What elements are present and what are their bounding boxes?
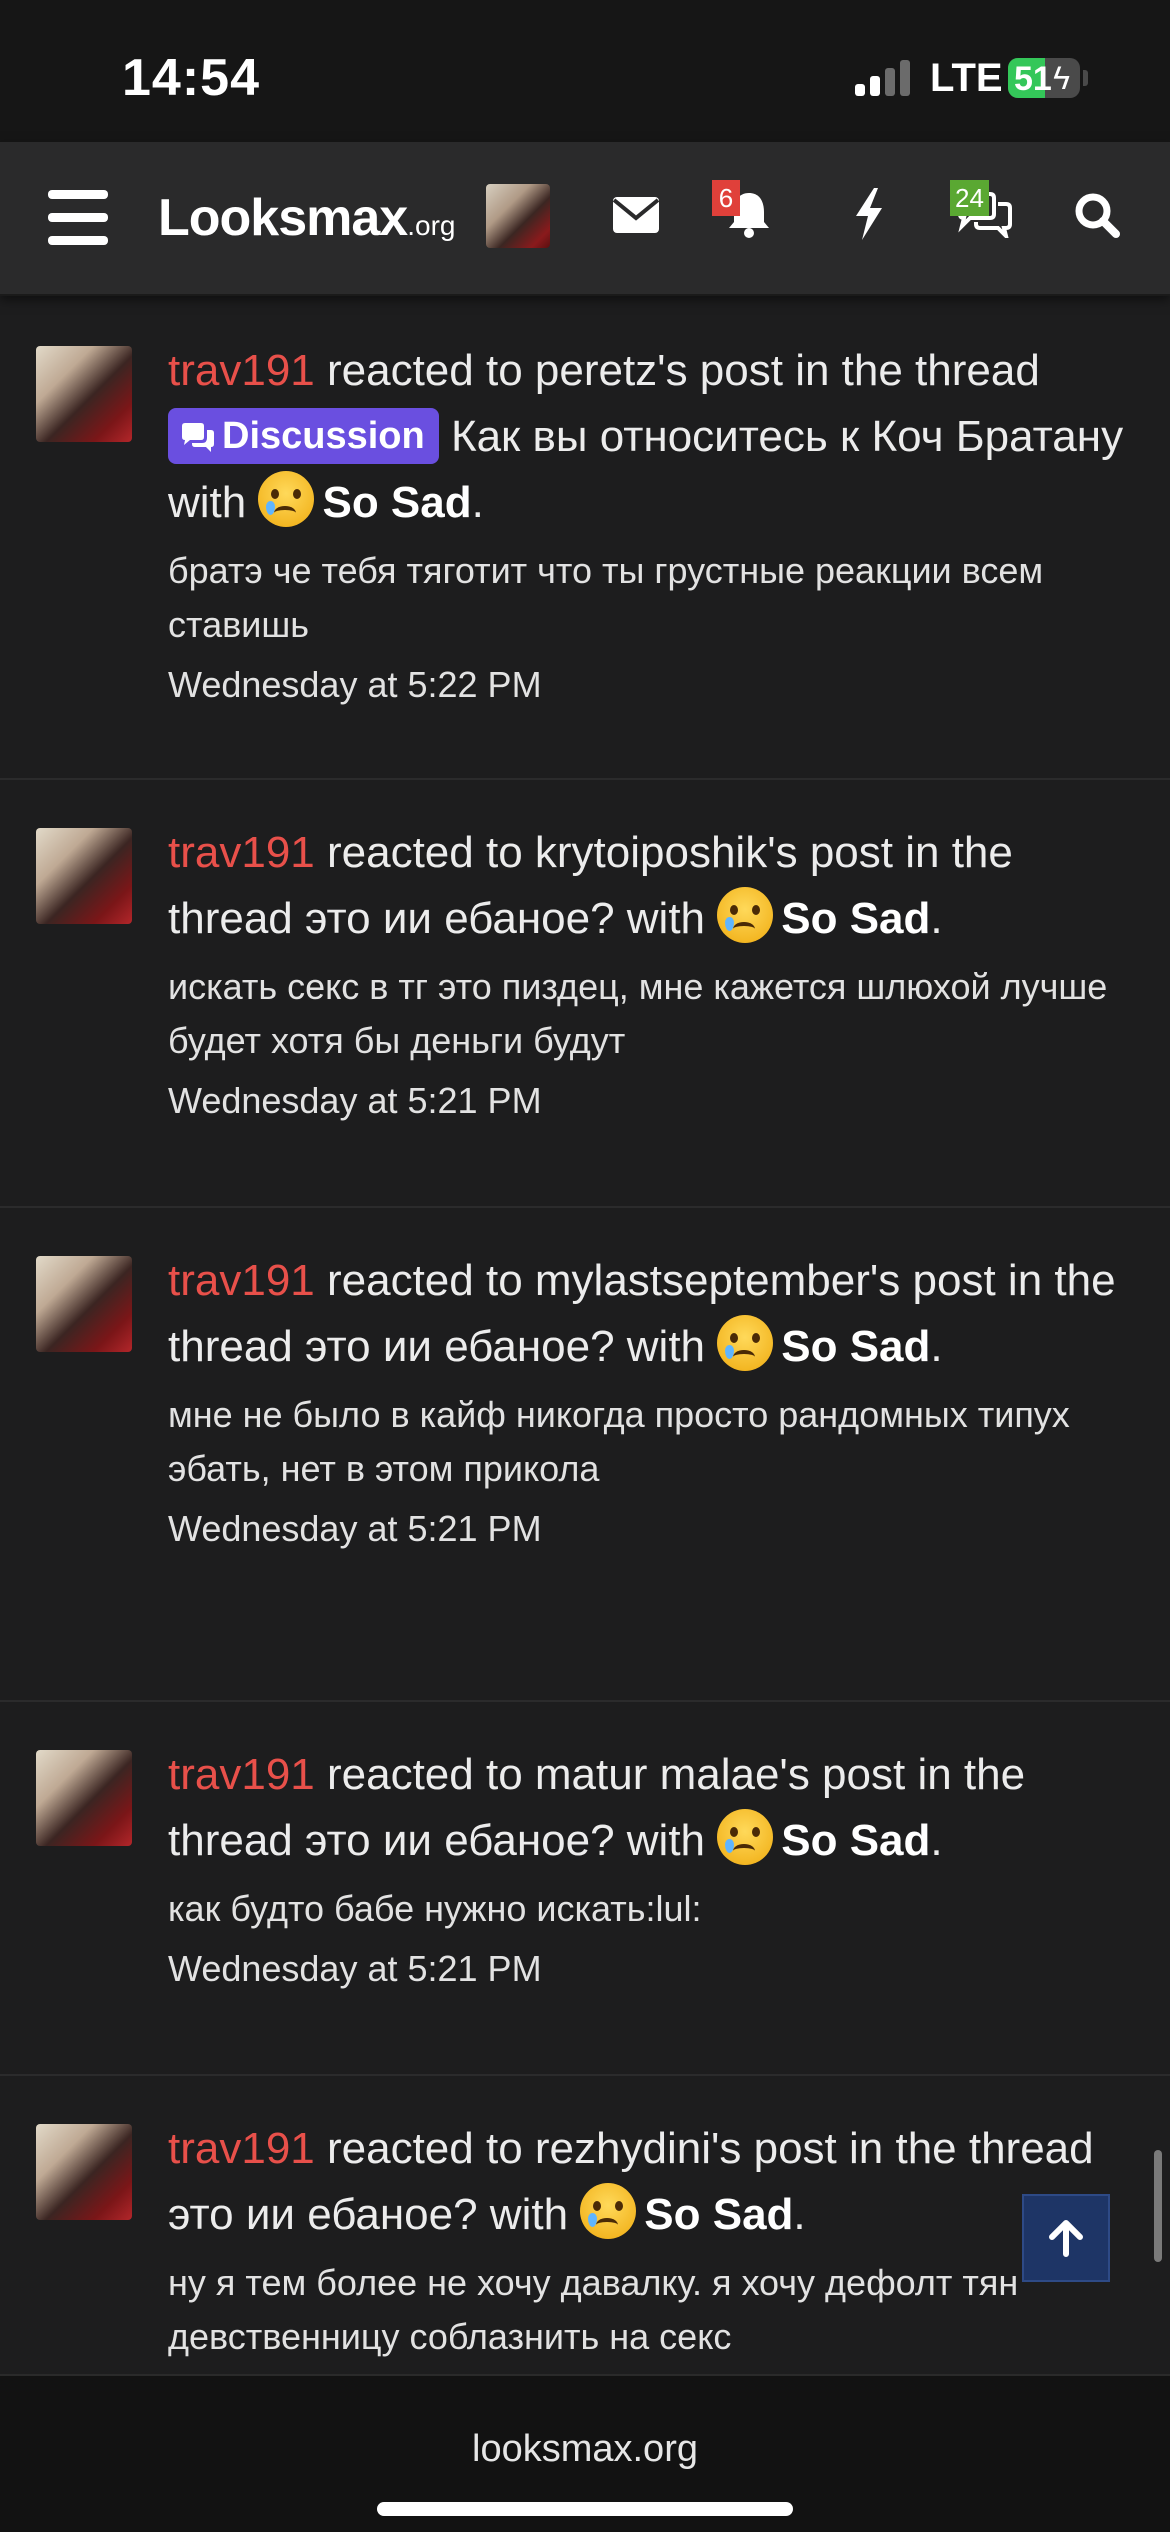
item-body: trav191 reacted to matur malae's post in… xyxy=(168,1742,1128,1994)
sad-face-emoji-icon xyxy=(717,887,774,943)
sad-face-emoji-icon xyxy=(258,471,315,527)
username-link[interactable]: trav191 xyxy=(168,1750,315,1799)
item-body: trav191 reacted to rezhydini's post in t… xyxy=(168,2116,1128,2364)
battery-icon: 51 ϟ xyxy=(1008,58,1080,98)
alerts-badge: 6 xyxy=(712,180,740,216)
home-indicator[interactable] xyxy=(377,2502,793,2516)
status-time: 14:54 xyxy=(122,49,260,107)
avatar[interactable] xyxy=(36,828,132,924)
arrow-up-icon xyxy=(1049,2220,1083,2257)
charging-bolt-icon: ϟ xyxy=(1053,60,1070,96)
scroll-to-top-button[interactable] xyxy=(1022,2194,1110,2282)
reaction-name: So Sad xyxy=(781,1322,931,1371)
tag-label: Discussion xyxy=(222,415,425,457)
item-body: trav191 reacted to mylastseptember's pos… xyxy=(168,1248,1128,1554)
battery-cap xyxy=(1083,70,1088,86)
username-link[interactable]: trav191 xyxy=(168,1256,315,1305)
sad-face-emoji-icon xyxy=(717,1315,774,1371)
site-navbar: Looksmax.org 6 24 xyxy=(0,142,1170,296)
reaction-name: So Sad xyxy=(644,2190,794,2239)
reaction-name: So Sad xyxy=(322,478,472,527)
timestamp[interactable]: Wednesday at 5:21 PM xyxy=(168,1944,1128,1994)
avatar[interactable] xyxy=(36,346,132,442)
item-text: reacted to peretz's post in the thread xyxy=(314,346,1040,395)
timestamp[interactable]: Wednesday at 5:22 PM xyxy=(168,660,1128,710)
timestamp[interactable]: Wednesday at 5:21 PM xyxy=(168,1076,1128,1126)
scrollbar[interactable] xyxy=(1154,2150,1162,2262)
avatar[interactable] xyxy=(36,2124,132,2220)
post-snippet[interactable]: братэ че тебя тяготит что ты грустные ре… xyxy=(168,544,1128,652)
list-item[interactable]: trav191 reacted to mylastseptember's pos… xyxy=(0,1208,1170,1702)
list-item[interactable]: trav191 reacted to matur malae's post in… xyxy=(0,1702,1170,2076)
browser-footer: looksmax.org xyxy=(0,2374,1170,2532)
post-snippet[interactable]: искать секс в тг это пиздец, мне кажется… xyxy=(168,960,1128,1068)
item-headline: trav191 reacted to matur malae's post in… xyxy=(168,1750,1026,1865)
sad-face-emoji-icon xyxy=(717,1809,774,1865)
username-link[interactable]: trav191 xyxy=(168,828,315,877)
item-headline: trav191 reacted to peretz's post in the … xyxy=(168,346,1124,527)
reaction-name: So Sad xyxy=(781,894,931,943)
network-type: LTE xyxy=(930,56,1003,100)
site-logo[interactable]: Looksmax.org xyxy=(158,188,455,248)
list-item[interactable]: trav191 reacted to krytoiposhik's post i… xyxy=(0,780,1170,1208)
item-headline: trav191 reacted to rezhydini's post in t… xyxy=(168,2124,1094,2239)
username-link[interactable]: trav191 xyxy=(168,346,315,395)
address-bar-url[interactable]: looksmax.org xyxy=(0,2428,1170,2471)
post-snippet[interactable]: ну я тем более не хочу давалку. я хочу д… xyxy=(168,2256,1128,2364)
item-headline: trav191 reacted to krytoiposhik's post i… xyxy=(168,828,1013,943)
list-item[interactable]: trav191 reacted to peretz's post in the … xyxy=(0,298,1170,780)
username-link[interactable]: trav191 xyxy=(168,2124,315,2173)
lightning-icon[interactable] xyxy=(852,188,886,245)
post-snippet[interactable]: мне не было в кайф никогда просто рандом… xyxy=(168,1388,1128,1496)
item-body: trav191 reacted to krytoiposhik's post i… xyxy=(168,820,1128,1126)
screen: 14:54 LTE 51 ϟ Looksmax.org 6 24 trav191… xyxy=(0,0,1170,2532)
logo-main: Looksmax xyxy=(158,189,408,247)
account-avatar[interactable] xyxy=(486,184,550,248)
status-bar: 14:54 LTE 51 ϟ xyxy=(0,0,1170,142)
sad-face-emoji-icon xyxy=(580,2183,637,2239)
news-feed: trav191 reacted to peretz's post in the … xyxy=(0,298,1170,2476)
item-headline: trav191 reacted to mylastseptember's pos… xyxy=(168,1256,1116,1371)
conversations-badge: 24 xyxy=(950,180,989,216)
logo-tld: .org xyxy=(407,210,456,241)
battery-percent: 51 xyxy=(1014,60,1052,98)
chat-bubbles-icon xyxy=(182,423,214,452)
search-icon[interactable] xyxy=(1074,192,1120,243)
reaction-name: So Sad xyxy=(781,1816,931,1865)
timestamp[interactable]: Wednesday at 5:21 PM xyxy=(168,1504,1128,1554)
item-body: trav191 reacted to peretz's post in the … xyxy=(168,338,1128,710)
inbox-icon[interactable] xyxy=(612,196,660,239)
post-snippet[interactable]: как будто бабе нужно искать:lul: xyxy=(168,1882,1128,1936)
avatar[interactable] xyxy=(36,1750,132,1846)
cellular-signal-icon xyxy=(855,60,915,96)
menu-icon[interactable] xyxy=(48,190,108,245)
avatar[interactable] xyxy=(36,1256,132,1352)
discussion-tag[interactable]: Discussion xyxy=(168,408,439,464)
